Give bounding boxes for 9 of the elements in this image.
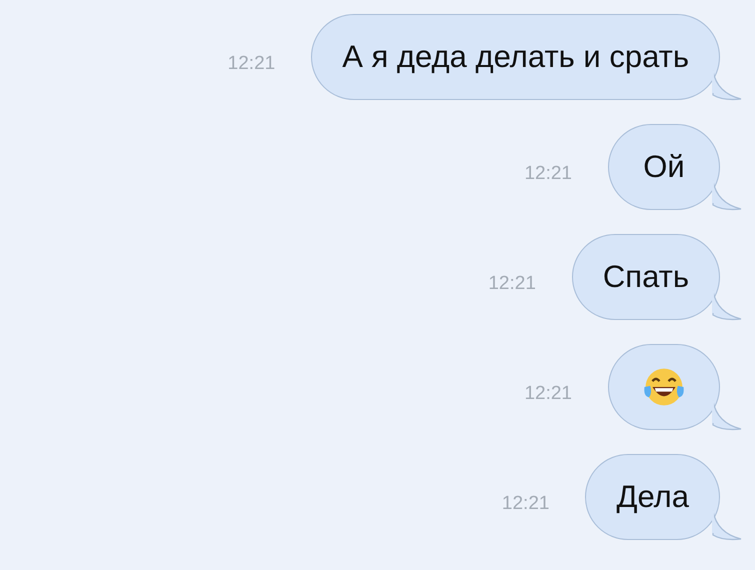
message-time: 12:21 bbox=[524, 163, 572, 185]
message-time: 12:21 bbox=[228, 53, 276, 75]
message-time: 12:21 bbox=[488, 273, 536, 295]
message-text: А я деда делать и срать bbox=[342, 39, 689, 75]
message-text: Дела bbox=[616, 479, 689, 515]
message-time: 12:21 bbox=[502, 493, 550, 515]
message-text: Ой bbox=[643, 149, 685, 185]
message-text: Спать bbox=[602, 259, 689, 295]
message-time: 12:21 bbox=[524, 383, 572, 405]
